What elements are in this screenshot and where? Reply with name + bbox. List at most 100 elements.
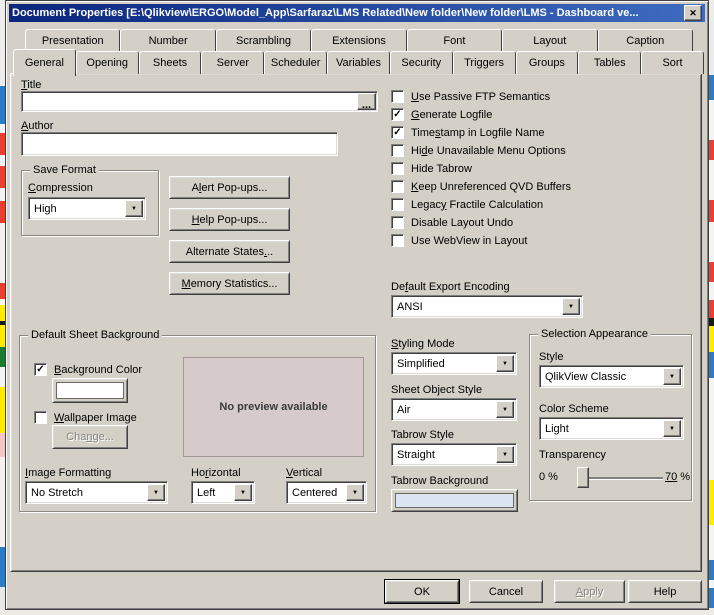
export-encoding-label: Default Export Encoding xyxy=(391,281,510,293)
save-format-legend: Save Format xyxy=(30,164,99,176)
tab-label: Scheduler xyxy=(270,57,321,69)
sheet-object-style-value: Air xyxy=(397,403,411,416)
unchecked-checkbox-icon xyxy=(391,216,404,229)
checkbox-use-passive-ftp-semantics[interactable]: Use Passive FTP Semantics xyxy=(391,90,571,103)
transparency-slider-track[interactable] xyxy=(583,477,663,479)
cancel-button[interactable]: Cancel xyxy=(469,580,543,603)
change-wallpaper-button[interactable]: Cha n ge... xyxy=(52,425,128,449)
tab-label: Presentation xyxy=(41,34,104,47)
checkbox-label: Legacy Fractile Calculation xyxy=(411,198,544,211)
checkbox-timestamp-in-logfile-name[interactable]: ✓ Timestamp in Logfile Name xyxy=(391,126,571,139)
memory-statistics-button[interactable]: Memory Statistics... xyxy=(169,272,290,295)
alert-popups-button[interactable]: Al ert Pop-ups... xyxy=(169,176,290,199)
tab-label: Triggers xyxy=(464,57,505,69)
tab-label: Caption xyxy=(626,34,665,47)
tab-server[interactable]: Server xyxy=(201,51,265,74)
checkbox-label: Use Passive FTP Semantics xyxy=(411,90,551,103)
close-button[interactable]: ✕ xyxy=(684,5,702,21)
chevron-down-icon: ▼ xyxy=(663,420,681,437)
tab-label: Sheets xyxy=(152,57,188,69)
compression-select[interactable]: High ▼ xyxy=(28,197,146,220)
tab-presentation[interactable]: Presentation xyxy=(25,29,121,51)
alternate-states-button[interactable]: Alternate States... xyxy=(169,240,290,263)
checkbox-label: Use WebView in Layout xyxy=(411,234,528,247)
tab-caption[interactable]: Caption xyxy=(597,29,693,51)
unchecked-checkbox-icon xyxy=(391,234,404,247)
transparency-max-suffix: % xyxy=(677,471,691,483)
checkbox-label: Hide Tabrow xyxy=(411,162,472,175)
unchecked-checkbox-icon xyxy=(391,180,404,193)
tab-sort[interactable]: Sort xyxy=(641,51,704,74)
sheet-object-style-select[interactable]: Air ▼ xyxy=(391,398,517,421)
color-scheme-select[interactable]: Light ▼ xyxy=(539,417,684,440)
chevron-down-icon: ▼ xyxy=(496,446,514,463)
tab-label: Extensions xyxy=(332,34,386,47)
sheet-background-legend: Default Sheet Background xyxy=(28,329,163,341)
checkbox-background-color[interactable]: ✓ Background Color xyxy=(34,363,142,376)
tab-font[interactable]: Font xyxy=(406,29,503,51)
tab-scheduler[interactable]: Scheduler xyxy=(264,51,328,74)
export-encoding-select[interactable]: ANSI ▼ xyxy=(391,295,583,318)
tab-variables[interactable]: Variables xyxy=(327,51,390,74)
horizontal-select[interactable]: Left ▼ xyxy=(191,481,255,504)
unchecked-checkbox-icon xyxy=(391,162,404,175)
tab-opening[interactable]: Opening xyxy=(75,51,139,74)
tab-label: Layout xyxy=(533,34,567,47)
help-button[interactable]: Help xyxy=(628,580,702,603)
transparency-max-label: 70 % xyxy=(665,471,690,483)
ok-button[interactable]: OK xyxy=(385,580,459,603)
checkbox-generate-logfile[interactable]: ✓ Generate Logfile xyxy=(391,108,571,121)
tab-row-primary: General Opening Sheets Server Scheduler Varia… xyxy=(13,49,704,76)
tab-general[interactable]: General xyxy=(13,49,76,76)
ellipsis-icon: ... xyxy=(361,99,372,111)
background-color-swatch-button[interactable] xyxy=(52,378,128,403)
checkbox-hide-unavailable-menu-options[interactable]: Hide Unavailable Menu Options xyxy=(391,144,571,157)
selection-style-select[interactable]: QlikView Classic ▼ xyxy=(539,365,684,388)
tabrow-background-swatch-button[interactable] xyxy=(391,489,518,512)
chevron-down-icon: ▼ xyxy=(496,401,514,418)
tab-security[interactable]: Security xyxy=(389,51,453,74)
chevron-down-icon: ▼ xyxy=(125,200,143,217)
checkbox-wallpaper-image[interactable]: Wallpaper Image xyxy=(34,411,137,424)
title-browse-button[interactable]: ... xyxy=(357,93,376,111)
tabrow-background-swatch xyxy=(395,493,514,508)
vertical-select[interactable]: Centered ▼ xyxy=(286,481,367,504)
document-properties-dialog: Document Properties [E:\Qlikview\ERGO\Mo… xyxy=(5,0,709,610)
tabrow-background-label: Tabrow Background xyxy=(391,475,489,487)
checkbox-disable-layout-undo[interactable]: Disable Layout Undo xyxy=(391,216,571,229)
background-preview-panel: No preview available xyxy=(183,357,364,457)
horizontal-value: Left xyxy=(197,486,216,499)
checked-checkbox-icon: ✓ xyxy=(34,363,47,376)
checkbox-keep-unreferenced-qvd-buffers[interactable]: Keep Unreferenced QVD Buffers xyxy=(391,180,571,193)
unchecked-checkbox-icon xyxy=(391,144,404,157)
checkbox-use-webview-in-layout[interactable]: Use WebView in Layout xyxy=(391,234,571,247)
tab-tables[interactable]: Tables xyxy=(578,51,642,74)
checkbox-label: Keep Unreferenced QVD Buffers xyxy=(411,180,572,193)
help-popups-button[interactable]: Help Pop-ups... xyxy=(169,208,290,231)
tab-layout[interactable]: Layout xyxy=(502,29,598,51)
title-bar[interactable]: Document Properties [E:\Qlikview\ERGO\Mo… xyxy=(9,4,705,22)
chevron-down-icon: ▼ xyxy=(147,484,165,501)
background-color-swatch xyxy=(56,382,124,399)
tab-triggers[interactable]: Triggers xyxy=(452,51,516,74)
color-scheme-label: Color Scheme xyxy=(539,403,609,415)
image-formatting-select[interactable]: No Stretch ▼ xyxy=(25,481,168,504)
compression-label: Compression xyxy=(28,182,93,194)
tab-scrambling[interactable]: Scrambling xyxy=(215,29,312,51)
vertical-value: Centered xyxy=(292,486,338,499)
checkbox-label: Generate Logfile xyxy=(411,108,493,121)
tab-number[interactable]: Number xyxy=(120,29,216,51)
checkbox-hide-tabrow[interactable]: Hide Tabrow xyxy=(391,162,571,175)
tab-sheets[interactable]: Sheets xyxy=(138,51,202,74)
apply-button[interactable]: Apply xyxy=(554,580,625,603)
styling-mode-select[interactable]: Simplified ▼ xyxy=(391,352,517,375)
tab-groups[interactable]: Groups xyxy=(515,51,579,74)
tabrow-style-select[interactable]: Straight ▼ xyxy=(391,443,517,466)
horizontal-label: Horizontal xyxy=(191,467,241,479)
author-input[interactable] xyxy=(21,132,338,156)
title-input[interactable] xyxy=(21,91,378,112)
checkbox-legacy-fractile-calculation[interactable]: Legacy Fractile Calculation xyxy=(391,198,571,211)
transparency-slider-thumb[interactable] xyxy=(577,467,589,488)
tab-label: Server xyxy=(216,57,250,69)
tab-extensions[interactable]: Extensions xyxy=(311,29,407,51)
